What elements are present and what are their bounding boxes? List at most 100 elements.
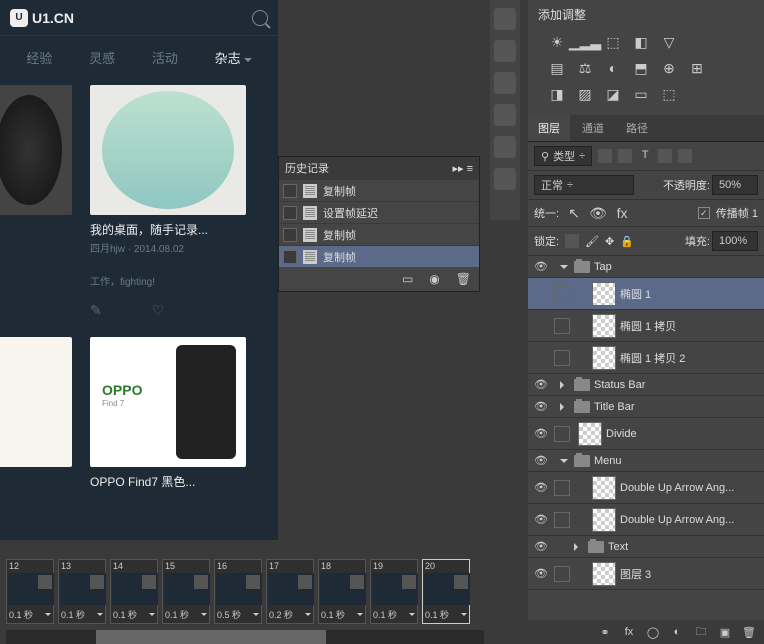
timeline-frame[interactable]: 150.1 秒 (162, 559, 210, 624)
history-checkbox[interactable] (283, 250, 297, 264)
panel-menu-icon[interactable]: ▸▸ ≡ (452, 162, 473, 175)
fx-icon[interactable]: fx (622, 625, 636, 639)
tool-icon[interactable] (494, 136, 516, 158)
curves-icon[interactable]: ⬚ (604, 33, 622, 51)
visibility-toggle[interactable]: 👁 (532, 376, 550, 394)
chevron-down-icon[interactable] (201, 613, 207, 616)
layer-checkbox[interactable] (554, 286, 570, 302)
card[interactable]: 我的桌面，随手记录... 四月hjw · 2014.08.02 工作，fight… (90, 85, 246, 319)
scrollbar[interactable] (6, 630, 484, 644)
uicn-logo[interactable]: UU1.CN (10, 9, 74, 27)
layer-folder[interactable]: 👁Title Bar (528, 396, 764, 418)
history-item[interactable]: 复制帧 (279, 179, 479, 201)
tool-icon[interactable] (494, 72, 516, 94)
chevron-down-icon[interactable] (560, 459, 568, 463)
tool-icon[interactable] (494, 168, 516, 190)
layer-checkbox[interactable] (554, 566, 570, 582)
lock-position-icon[interactable]: ✥ (605, 235, 614, 248)
chevron-right-icon[interactable] (560, 403, 568, 411)
visibility-toggle[interactable]: 👁 (532, 565, 550, 583)
selective-color-icon[interactable]: ⬚ (660, 85, 678, 103)
history-item[interactable]: 复制帧 (279, 245, 479, 267)
visibility-toggle[interactable]: 👁 (532, 452, 550, 470)
visibility-toggle[interactable]: 👁 (532, 511, 550, 529)
card[interactable]: 03 ⤴ (0, 85, 72, 319)
comment-icon[interactable]: ✎ (90, 302, 102, 319)
layer-checkbox[interactable] (554, 480, 570, 496)
layer-folder[interactable]: 👁Status Bar (528, 374, 764, 396)
invert-icon[interactable]: ◨ (548, 85, 566, 103)
group-icon[interactable]: 🗀 (694, 625, 708, 639)
brightness-icon[interactable]: ☀ (548, 33, 566, 51)
unify-style-icon[interactable]: fx (613, 204, 631, 222)
tab-layers[interactable]: 图层 (528, 115, 570, 141)
tool-icon[interactable] (494, 8, 516, 30)
timeline-frame[interactable]: 130.1 秒 (58, 559, 106, 624)
create-doc-icon[interactable]: ▭ (402, 272, 413, 286)
tab-channels[interactable]: 通道 (572, 115, 614, 141)
chevron-down-icon[interactable] (560, 265, 568, 269)
trash-icon[interactable]: 🗑 (456, 272, 471, 286)
timeline-frame[interactable]: 160.5 秒 (214, 559, 262, 624)
layer-checkbox[interactable] (554, 318, 570, 334)
chevron-down-icon[interactable] (409, 613, 415, 616)
tab-experience[interactable]: 经验 (26, 48, 52, 67)
fill-input[interactable]: 100% (712, 231, 758, 251)
trash-icon[interactable]: 🗑 (742, 625, 756, 639)
adj-icon[interactable]: ▽ (660, 33, 678, 51)
search-icon[interactable] (252, 10, 268, 26)
posterize-icon[interactable]: ▨ (576, 85, 594, 103)
photo-filter-icon[interactable]: ⬒ (632, 59, 650, 77)
chevron-down-icon[interactable] (149, 613, 155, 616)
timeline-frame[interactable]: 190.1 秒 (370, 559, 418, 624)
layer-folder[interactable]: 👁Menu (528, 450, 764, 472)
chevron-down-icon[interactable] (97, 613, 103, 616)
filter-adjust-icon[interactable] (618, 149, 632, 163)
filter-pixel-icon[interactable] (598, 149, 612, 163)
lock-transparent-icon[interactable] (565, 234, 579, 248)
chevron-down-icon[interactable] (253, 613, 259, 616)
filter-type-icon[interactable]: T (638, 149, 652, 163)
visibility-toggle[interactable]: 👁 (532, 349, 550, 367)
history-checkbox[interactable] (283, 184, 297, 198)
lock-pixels-icon[interactable]: 🖌 (585, 235, 599, 248)
layer-item[interactable]: 👁椭圆 1 拷贝 (528, 310, 764, 342)
chevron-down-icon[interactable] (461, 613, 467, 616)
lock-all-icon[interactable]: 🔒 (620, 235, 634, 248)
timeline-frame[interactable]: 170.2 秒 (266, 559, 314, 624)
tool-icon[interactable] (494, 104, 516, 126)
layer-checkbox[interactable] (554, 350, 570, 366)
mask-icon[interactable]: ◯ (646, 625, 660, 639)
layer-item[interactable]: 👁Divide (528, 418, 764, 450)
layer-folder[interactable]: 👁Tap (528, 256, 764, 278)
exposure-icon[interactable]: ◧ (632, 33, 650, 51)
kind-dropdown[interactable]: ⚲类型÷ (534, 146, 592, 166)
chevron-right-icon[interactable] (574, 543, 582, 551)
threshold-icon[interactable]: ◪ (604, 85, 622, 103)
chevron-down-icon[interactable] (45, 613, 51, 616)
layer-folder[interactable]: 👁Text (528, 536, 764, 558)
camera-icon[interactable]: ◉ (429, 272, 439, 286)
timeline-frame[interactable]: 180.1 秒 (318, 559, 366, 624)
history-item[interactable]: 设置帧延迟 (279, 201, 479, 223)
timeline-frame[interactable]: 140.1 秒 (110, 559, 158, 624)
filter-shape-icon[interactable] (658, 149, 672, 163)
layer-checkbox[interactable] (554, 512, 570, 528)
timeline-frame[interactable]: 200.1 秒 (422, 559, 470, 624)
layer-checkbox[interactable] (554, 426, 570, 442)
visibility-toggle[interactable]: 👁 (532, 479, 550, 497)
card[interactable] (0, 337, 72, 490)
color-lookup-icon[interactable]: ⊞ (688, 59, 706, 77)
channel-mixer-icon[interactable]: ⊕ (660, 59, 678, 77)
tab-inspiration[interactable]: 灵感 (89, 48, 115, 67)
levels-icon[interactable]: ▁▂▃ (576, 33, 594, 51)
history-checkbox[interactable] (283, 228, 297, 242)
layer-item[interactable]: 👁图层 3 (528, 558, 764, 590)
chevron-right-icon[interactable] (560, 381, 568, 389)
visibility-toggle[interactable]: 👁 (532, 258, 550, 276)
hue-icon[interactable]: ⚖ (576, 59, 594, 77)
history-checkbox[interactable] (283, 206, 297, 220)
adjustment-layer-icon[interactable]: ◐ (670, 625, 684, 639)
unify-visibility-icon[interactable]: 👁 (589, 204, 607, 222)
chevron-down-icon[interactable] (305, 613, 311, 616)
